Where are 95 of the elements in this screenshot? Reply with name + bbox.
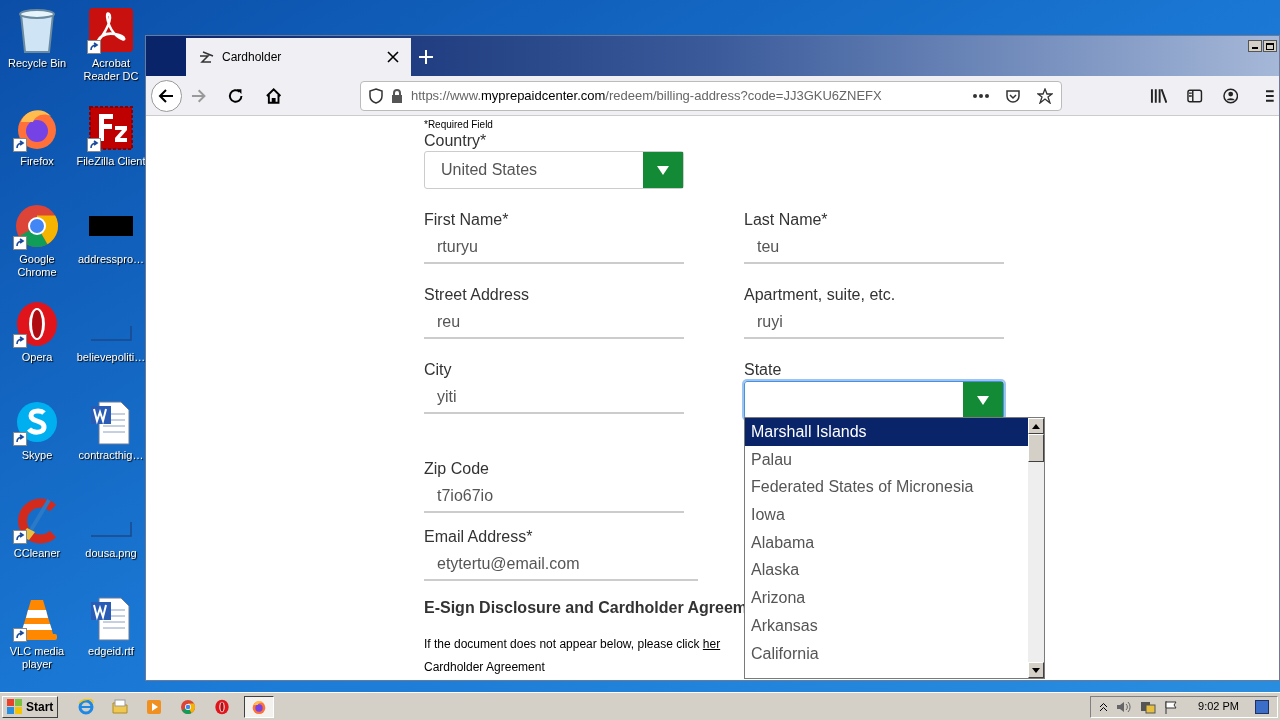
site-logo-icon bbox=[198, 50, 214, 64]
tab-title: Cardholder bbox=[222, 49, 283, 66]
agreement-label: Cardholder Agreement bbox=[424, 659, 545, 676]
menu-icon[interactable] bbox=[1266, 88, 1274, 103]
folder-icon bbox=[112, 698, 129, 715]
show-desktop-button[interactable] bbox=[1255, 699, 1269, 714]
dropdown-option[interactable]: California bbox=[745, 639, 1028, 668]
desktop-icon-label[interactable]: FileZilla Client bbox=[76, 155, 146, 168]
input-field[interactable]: ruyi bbox=[744, 306, 1004, 339]
dropdown-option[interactable]: Federated States of Micronesia bbox=[745, 473, 1028, 502]
back-button[interactable] bbox=[151, 79, 182, 112]
dropdown-option[interactable]: Arizona bbox=[745, 584, 1028, 612]
star-icon[interactable] bbox=[1037, 87, 1054, 104]
here-link[interactable]: her bbox=[702, 637, 721, 651]
field-label: Last Name* bbox=[744, 210, 828, 230]
chrome-icon bbox=[180, 698, 197, 715]
input-field[interactable]: reu bbox=[424, 306, 684, 339]
maximize-button[interactable] bbox=[1263, 40, 1277, 52]
field-label: First Name* bbox=[424, 210, 509, 230]
lock-icon bbox=[390, 88, 403, 103]
input-field[interactable]: rturyu bbox=[424, 231, 684, 264]
desktop-icon-label[interactable]: Google Chrome bbox=[2, 253, 72, 279]
minimize-button[interactable] bbox=[1248, 40, 1262, 52]
desktop-icon-label[interactable]: Firefox bbox=[2, 155, 72, 168]
dropdown-option[interactable]: Alaska bbox=[745, 556, 1028, 585]
network-icon[interactable] bbox=[1140, 699, 1157, 714]
browser-tab[interactable]: Cardholder bbox=[186, 38, 411, 76]
up-arrow-icon bbox=[1032, 423, 1040, 429]
down-arrow-icon bbox=[1032, 667, 1040, 673]
desktop-icon-label[interactable]: Skype bbox=[2, 449, 72, 462]
fz-app-icon[interactable] bbox=[87, 104, 135, 152]
speaker-icon[interactable] bbox=[1116, 699, 1133, 714]
account-icon[interactable] bbox=[1222, 87, 1239, 104]
field-label: Apartment, suite, etc. bbox=[744, 285, 896, 305]
url-text: https://www.myprepaidcenter.com/redeem/billing-address?code=JJ3GKU6ZNEFX bbox=[410, 86, 883, 105]
desktop-icon-label[interactable]: contracthig… bbox=[76, 449, 146, 462]
browser-e-icon bbox=[78, 698, 95, 715]
dropdown-option[interactable]: Iowa bbox=[745, 501, 1028, 529]
desktop-icon-label[interactable]: dousa.png bbox=[76, 547, 146, 560]
back-arrow-icon bbox=[157, 86, 176, 105]
required-field-note: *Required Field bbox=[424, 119, 494, 131]
pdf-app-icon[interactable] bbox=[87, 6, 135, 54]
field-label: Street Address bbox=[424, 285, 529, 305]
input-field[interactable]: etytertu@email.com bbox=[424, 548, 698, 581]
field-label: Email Address* bbox=[424, 527, 533, 547]
clock[interactable]: 9:02 PM bbox=[1198, 698, 1239, 715]
field-label: State bbox=[744, 360, 782, 380]
desktop-icon-label[interactable]: Recycle Bin bbox=[2, 57, 72, 70]
scrollbar[interactable] bbox=[1028, 418, 1044, 678]
dropdown-button[interactable] bbox=[963, 382, 1003, 418]
dropdown-option[interactable]: Palau bbox=[745, 445, 1028, 474]
start-button[interactable]: Start bbox=[2, 695, 59, 718]
play-icon bbox=[146, 698, 163, 715]
field-label: Zip Code bbox=[424, 459, 489, 479]
disclosure-text: If the document does not appear below, please click her bbox=[424, 636, 721, 653]
library-icon[interactable] bbox=[1150, 87, 1168, 104]
taskbar-app-button[interactable] bbox=[244, 695, 275, 718]
fox-globe-icon bbox=[251, 698, 268, 715]
home-icon[interactable] bbox=[264, 86, 282, 105]
dropdown-button[interactable] bbox=[643, 152, 683, 188]
pocket-icon[interactable] bbox=[1005, 87, 1022, 104]
desktop-icon-label[interactable]: addresspro… bbox=[76, 253, 146, 266]
input-field[interactable]: t7io67io bbox=[424, 480, 684, 513]
show-hidden-icons-icon[interactable] bbox=[1099, 701, 1109, 712]
more-icon[interactable] bbox=[973, 93, 990, 98]
desktop-icon-label[interactable]: Opera bbox=[2, 351, 72, 364]
state-select[interactable] bbox=[744, 381, 1004, 419]
plus-icon bbox=[419, 50, 433, 64]
close-icon[interactable] bbox=[387, 51, 399, 63]
flag-icon[interactable] bbox=[1164, 699, 1179, 714]
desktop-icon-label[interactable]: VLC media player bbox=[2, 645, 72, 671]
desktop-icon-label[interactable]: believepoliti… bbox=[76, 351, 146, 364]
scroll-down-button[interactable] bbox=[1028, 662, 1044, 678]
scroll-up-button[interactable] bbox=[1028, 418, 1044, 434]
caret-down-icon bbox=[977, 395, 989, 405]
address-bar[interactable]: https://www.myprepaidcenter.com/redeem/billing-address?code=JJ3GKU6ZNEFX bbox=[359, 80, 1063, 111]
dropdown-option[interactable]: Marshall Islands bbox=[745, 418, 1028, 446]
desktop-icon-label[interactable]: CCleaner bbox=[2, 547, 72, 560]
scroll-thumb[interactable] bbox=[1028, 434, 1044, 462]
chrome-icon[interactable] bbox=[13, 202, 61, 250]
country-select[interactable]: United States bbox=[424, 151, 684, 189]
desktop-icon-label[interactable]: Acrobat Reader DC bbox=[76, 57, 146, 83]
dropdown-option[interactable]: Alabama bbox=[745, 528, 1028, 557]
desktop-icon-label[interactable]: edgeid.rtf bbox=[76, 645, 146, 658]
sidebar-icon[interactable] bbox=[1187, 88, 1203, 103]
dropdown-option[interactable]: Arkansas bbox=[745, 611, 1028, 640]
input-field[interactable]: teu bbox=[744, 231, 1004, 264]
ring-o-icon bbox=[214, 698, 231, 715]
reload-icon[interactable] bbox=[227, 86, 245, 105]
shield-icon[interactable] bbox=[368, 87, 383, 104]
caret-down-icon bbox=[657, 165, 669, 175]
field-label: City bbox=[424, 360, 452, 380]
windows-logo-icon bbox=[7, 699, 22, 714]
input-field[interactable]: yiti bbox=[424, 381, 684, 414]
field-label: Country* bbox=[424, 131, 487, 151]
